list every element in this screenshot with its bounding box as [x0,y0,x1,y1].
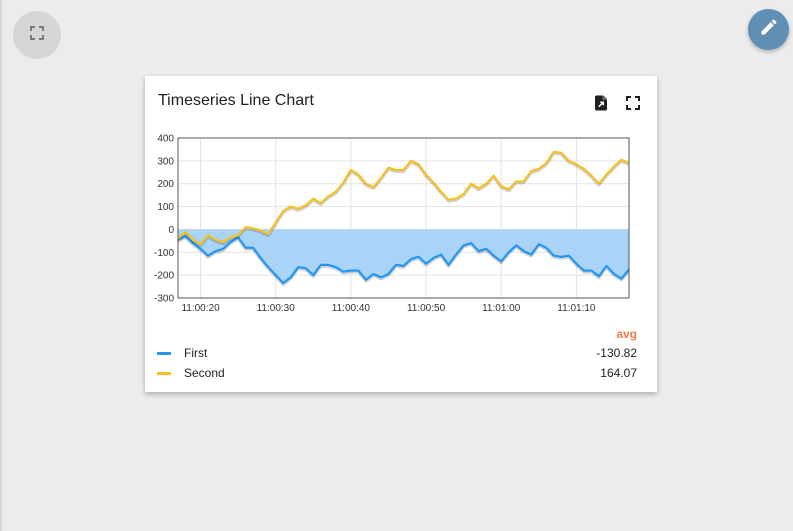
y-tick-label: 100 [157,202,174,213]
legend-swatch-first [157,352,171,355]
y-tick-label: 400 [157,134,174,145]
legend-label: First [184,346,208,360]
y-tick-label: 200 [157,179,174,190]
legend-swatch-second [157,372,171,375]
line-chart: 400 300 200 100 0 -100 -200 -300 11:00:20 11:00:3… [154,134,631,314]
x-tick-label: 11:01:00 [482,303,521,314]
timeseries-widget: Timeseries Line Chart 400 300 200 100 0 -100-… [145,76,657,392]
dashboard-fullscreen-button[interactable] [13,11,61,59]
pencil-icon [759,17,779,42]
x-tick-label: 11:00:50 [407,303,446,314]
y-tick-label: 300 [157,156,174,167]
x-tick-label: 11:00:40 [332,303,371,314]
y-tick-label: -100 [154,248,174,259]
y-tick-label: -200 [154,271,174,282]
x-tick-label: 11:00:20 [181,303,220,314]
legend-label: Second [184,366,225,380]
legend-item-second[interactable]: Second 164.07 [155,364,637,382]
legend-avg-value: 164.07 [600,366,637,380]
legend-item-first[interactable]: First -130.82 [155,344,637,362]
plot-border [177,137,630,299]
legend-avg-value: -130.82 [596,346,637,360]
y-tick-label: 0 [168,225,174,236]
legend-avg-header: avg [616,327,637,341]
edit-dashboard-button[interactable] [748,9,789,50]
y-tick-label: -300 [154,294,174,305]
x-tick-label: 11:01:10 [557,303,596,314]
x-tick-label: 11:00:30 [257,303,296,314]
fullscreen-icon [30,25,44,45]
